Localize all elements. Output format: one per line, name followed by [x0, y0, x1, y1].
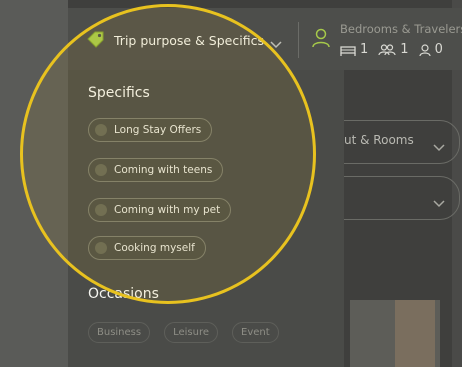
chevron-down-icon[interactable] — [270, 34, 282, 53]
option-label: Cooking myself — [114, 242, 195, 254]
trip-purpose-dropdown-panel: Specifics Long Stay Offers Coming with t… — [68, 70, 344, 367]
child-icon — [418, 43, 431, 56]
occasions-title: Occasions — [88, 286, 159, 302]
bedrooms-travelers-title[interactable]: Bedrooms & Travelers — [340, 22, 462, 36]
radio-icon — [95, 164, 107, 176]
adults-icon — [378, 43, 396, 56]
specific-option-teens[interactable]: Coming with teens — [88, 158, 224, 182]
occasion-event[interactable]: Event — [232, 322, 279, 343]
background-image-card — [395, 300, 435, 367]
radio-icon — [95, 204, 107, 216]
divider — [298, 22, 299, 58]
specific-option-long-stay[interactable]: Long Stay Offers — [88, 118, 213, 142]
tag-icon — [84, 29, 106, 51]
chevron-down-icon — [433, 193, 445, 212]
adults-count: 1 — [400, 42, 409, 57]
specific-option-cooking[interactable]: Cooking myself — [88, 236, 206, 260]
option-label: Coming with my pet — [114, 204, 221, 216]
left-background-panel — [0, 0, 68, 367]
radio-icon — [95, 124, 107, 136]
bed-icon — [340, 44, 356, 56]
specifics-title: Specifics — [88, 85, 150, 101]
bedrooms-travelers-summary[interactable]: 1 1 0 — [340, 42, 443, 57]
person-icon — [312, 28, 330, 52]
trip-purpose-label: Trip purpose & Specifics — [114, 32, 264, 48]
bedrooms-count: 1 — [360, 42, 369, 57]
occasion-business[interactable]: Business — [88, 322, 151, 343]
layout-rooms-label: ut & Rooms — [344, 133, 414, 147]
chevron-down-icon — [433, 137, 445, 156]
children-count: 0 — [434, 42, 443, 57]
specific-option-pet[interactable]: Coming with my pet — [88, 198, 232, 222]
occasion-leisure[interactable]: Leisure — [164, 322, 219, 343]
occasions-list: Business Leisure Event — [88, 322, 279, 343]
option-label: Coming with teens — [114, 164, 213, 176]
radio-icon — [95, 242, 107, 254]
option-label: Long Stay Offers — [114, 124, 202, 136]
trip-purpose-selector[interactable]: Trip purpose & Specifics — [84, 22, 294, 58]
